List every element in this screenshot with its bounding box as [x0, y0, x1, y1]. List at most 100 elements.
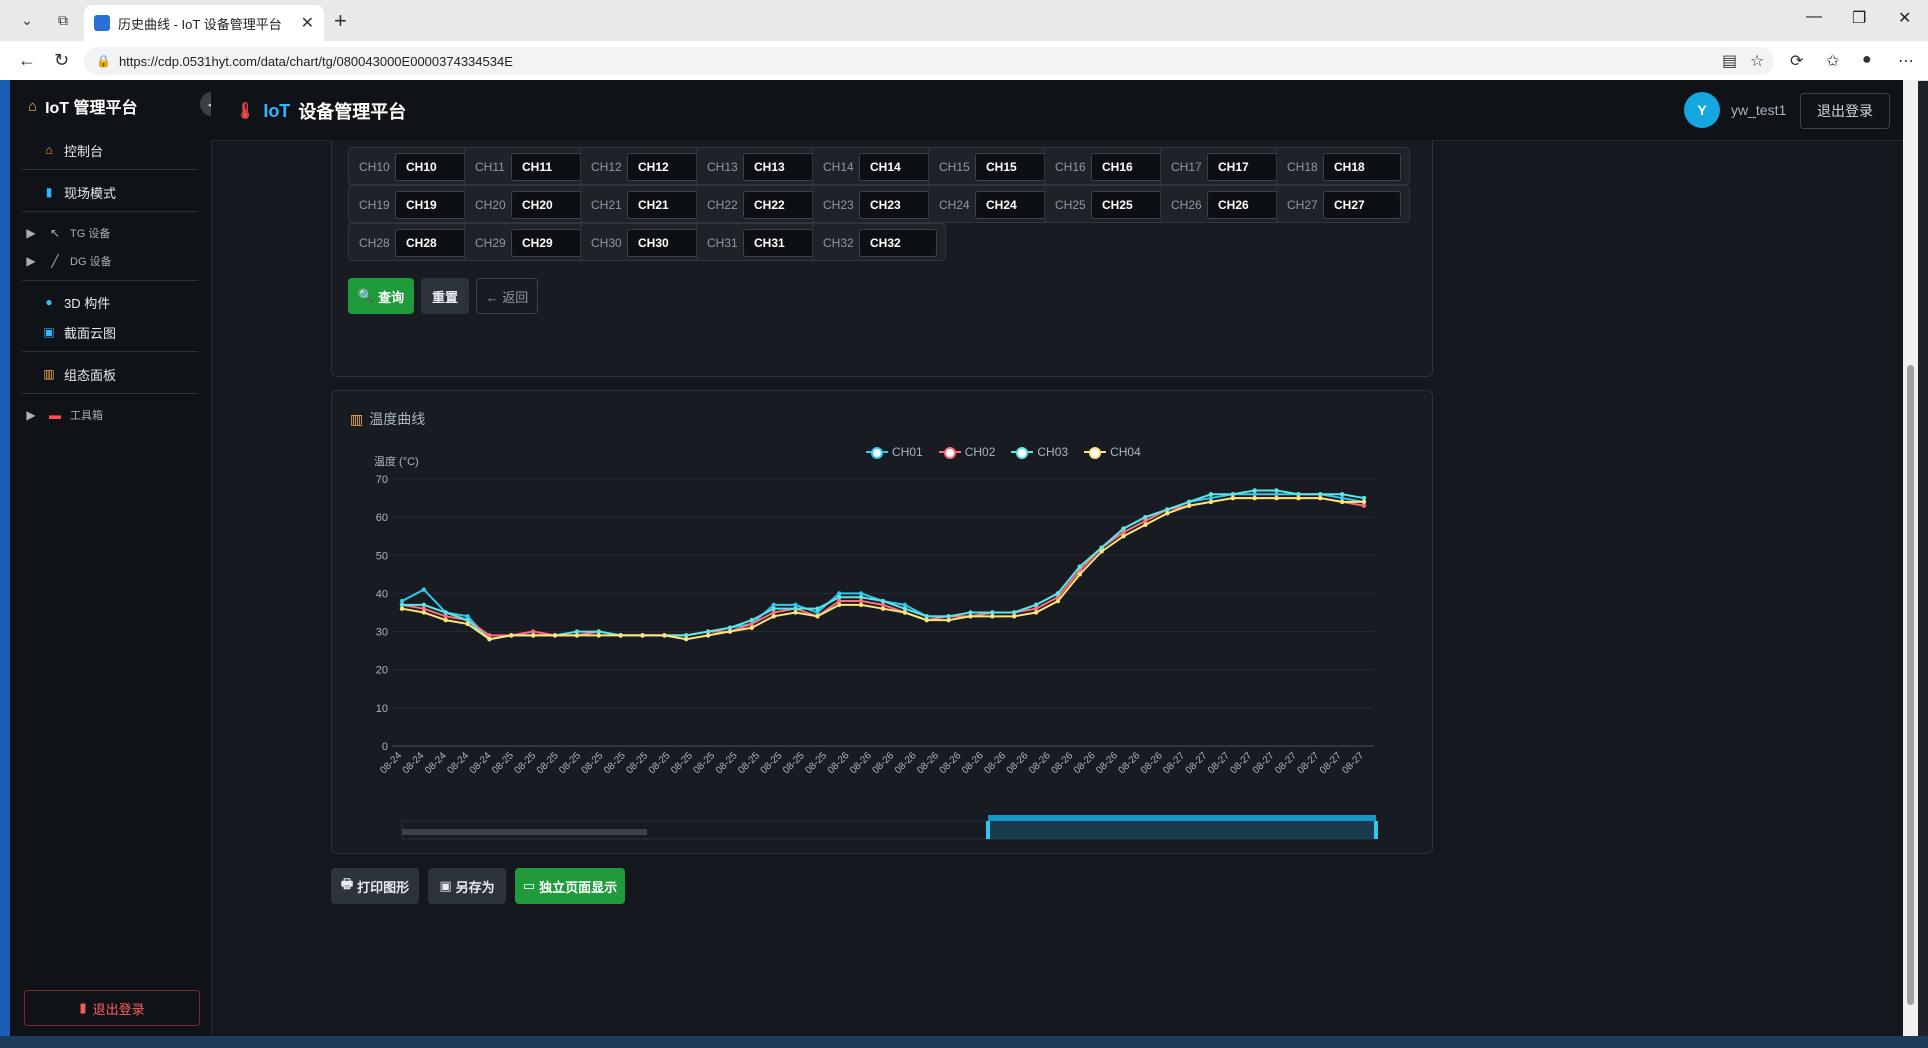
browser-tabstrip: ⌄ ⧉ 历史曲线 - IoT 设备管理平台 ✕ + — ❐ ✕	[0, 0, 1928, 41]
url-field[interactable]: 🔒 https://cdp.0531hyt.com/data/chart/tg/…	[84, 47, 1774, 75]
title-prefix: IoT	[263, 100, 291, 121]
x-tick-label: 08-26	[826, 750, 852, 776]
channel-label: CH24	[939, 198, 970, 212]
channel-name-input[interactable]: CH29	[511, 229, 589, 257]
back-icon[interactable]: ←	[18, 50, 36, 71]
x-tick-label: 08-25	[490, 750, 516, 776]
data-point-CH03	[1339, 492, 1345, 497]
channel-field: CH31 CH31	[696, 223, 830, 261]
profile-icon[interactable]: ●	[1862, 51, 1872, 69]
data-point-CH04	[1252, 495, 1257, 501]
channel-field: CH30 CH30	[580, 223, 714, 261]
series-line-CH04	[401, 497, 1364, 641]
query-button[interactable]: 🔍 查询	[348, 278, 414, 314]
favorites-icon[interactable]: ✩	[1826, 51, 1839, 71]
avatar[interactable]: Y	[1684, 92, 1720, 128]
divider	[22, 211, 198, 212]
sidebar-item-field-mode[interactable]: ▮ 现场模式	[10, 178, 210, 206]
sidebar-item-label: 工具箱	[70, 410, 103, 422]
username: yw_test1	[1731, 102, 1787, 118]
reload-icon[interactable]: ↻	[54, 50, 69, 71]
channel-label: CH25	[1055, 198, 1086, 212]
channel-name-input[interactable]: CH22	[743, 191, 821, 219]
channel-name-input[interactable]: CH14	[859, 153, 937, 181]
sidebar-item-label: 组态面板	[64, 367, 117, 383]
tab-title: 历史曲线 - IoT 设备管理平台	[118, 16, 282, 32]
channel-name-input[interactable]: CH28	[395, 229, 473, 257]
print-button[interactable]: 🖶 打印图形	[331, 868, 419, 904]
x-tick-label: 08-27	[1318, 750, 1344, 776]
extensions-icon[interactable]: ⟳	[1790, 51, 1803, 71]
save-as-button[interactable]: ▣ 另存为	[428, 868, 506, 904]
channel-name-input[interactable]: CH20	[511, 191, 589, 219]
data-point-CH03	[421, 602, 427, 608]
x-tick-label: 08-25	[535, 750, 561, 776]
data-point-CH03	[1055, 591, 1061, 596]
channel-name-input[interactable]: CH17	[1207, 153, 1285, 181]
channel-name-input[interactable]: CH16	[1091, 153, 1169, 181]
sidebar-item-3d-components[interactable]: ● 3D 构件	[10, 288, 210, 316]
data-point-CH04	[1165, 511, 1170, 516]
workspaces-icon[interactable]: ⧉	[48, 7, 78, 33]
sidebar-brand[interactable]: ⌂ IoT 管理平台	[28, 94, 138, 118]
channel-name-input[interactable]: CH26	[1207, 191, 1285, 219]
channel-name-input[interactable]: CH18	[1323, 153, 1401, 181]
minimize-icon[interactable]: —	[1806, 8, 1822, 26]
channel-field: CH28 CH28	[348, 223, 482, 261]
sidebar-item-dg-devices[interactable]: ▶ ╱ DG 设备	[10, 247, 210, 275]
sidebar: ⌂ IoT 管理平台 ◀ ⌂ 控制台 ▮ 现场模式 ▶ ↖ TG 设备 ▶ ╱ …	[10, 80, 224, 1036]
channel-name-input[interactable]: CH24	[975, 191, 1053, 219]
printer-icon: 🖶	[340, 876, 354, 891]
channel-name-input[interactable]: CH21	[627, 191, 705, 219]
reader-icon[interactable]: ▤	[1722, 51, 1737, 71]
data-point-CH04	[443, 617, 448, 623]
data-point-CH04	[596, 633, 601, 638]
data-point-CH01	[1339, 495, 1345, 501]
data-point-CH04	[487, 637, 492, 642]
channel-name-input[interactable]: CH10	[395, 153, 473, 181]
zoom-selection-window	[988, 821, 1376, 839]
channel-label: CH26	[1171, 198, 1202, 212]
data-point-CH03	[1274, 488, 1279, 493]
reset-button[interactable]: 重置	[421, 278, 469, 314]
expand-arrow-icon: ▶	[26, 408, 36, 422]
sidebar-item-config-panel[interactable]: ▥ 组态面板	[10, 360, 210, 388]
new-tab-icon[interactable]: +	[334, 8, 347, 34]
x-tick-label: 08-24	[468, 750, 494, 776]
more-menu-icon[interactable]: ⋯	[1898, 51, 1914, 71]
channel-name-input[interactable]: CH19	[395, 191, 473, 219]
channel-name-input[interactable]: CH23	[859, 191, 937, 219]
sidebar-item-toolbox[interactable]: ▶ ▬ 工具箱	[10, 401, 210, 429]
tab-actions-chevron-icon[interactable]: ⌄	[12, 7, 42, 33]
channel-name-input[interactable]: CH13	[743, 153, 821, 181]
sidebar-item-dashboard[interactable]: ⌂ 控制台	[10, 136, 210, 164]
channel-field: CH20 CH20	[464, 185, 598, 223]
y-tick-label: 10	[376, 703, 388, 715]
channel-name-input[interactable]: CH15	[975, 153, 1053, 181]
sidebar-logout-button[interactable]: ▮ 退出登录	[24, 990, 200, 1026]
x-tick-label: 08-27	[1296, 750, 1322, 776]
page-scrollbar[interactable]	[1903, 80, 1918, 1036]
channel-name-input[interactable]: CH32	[859, 229, 937, 257]
channel-name-input[interactable]: CH11	[511, 153, 589, 181]
channel-name-input[interactable]: CH30	[627, 229, 705, 257]
sidebar-item-tg-devices[interactable]: ▶ ↖ TG 设备	[10, 219, 210, 247]
channel-name-input[interactable]: CH25	[1091, 191, 1169, 219]
sidebar-item-section-cloud[interactable]: ▣ 截面云图	[10, 318, 210, 346]
channel-label: CH20	[475, 198, 506, 212]
channel-name-input[interactable]: CH27	[1323, 191, 1401, 219]
scrollbar-thumb[interactable]	[1907, 365, 1914, 1005]
close-tab-icon[interactable]: ✕	[301, 13, 314, 33]
channel-name-input[interactable]: CH12	[627, 153, 705, 181]
x-tick-label: 08-27	[1340, 750, 1366, 776]
restore-icon[interactable]: ❐	[1852, 8, 1866, 28]
favorite-star-icon[interactable]: ☆	[1750, 51, 1764, 71]
standalone-button[interactable]: ▭ 独立页面显示	[515, 868, 625, 904]
header-logout-button[interactable]: 退出登录	[1800, 93, 1890, 129]
sidebar-logout-label: 退出登录	[92, 1001, 145, 1017]
browser-tab[interactable]: 历史曲线 - IoT 设备管理平台 ✕	[84, 5, 324, 41]
data-point-CH01	[1208, 495, 1214, 501]
channel-name-input[interactable]: CH31	[743, 229, 821, 257]
close-window-icon[interactable]: ✕	[1898, 8, 1911, 28]
back-button[interactable]: ← 返回	[476, 278, 538, 314]
